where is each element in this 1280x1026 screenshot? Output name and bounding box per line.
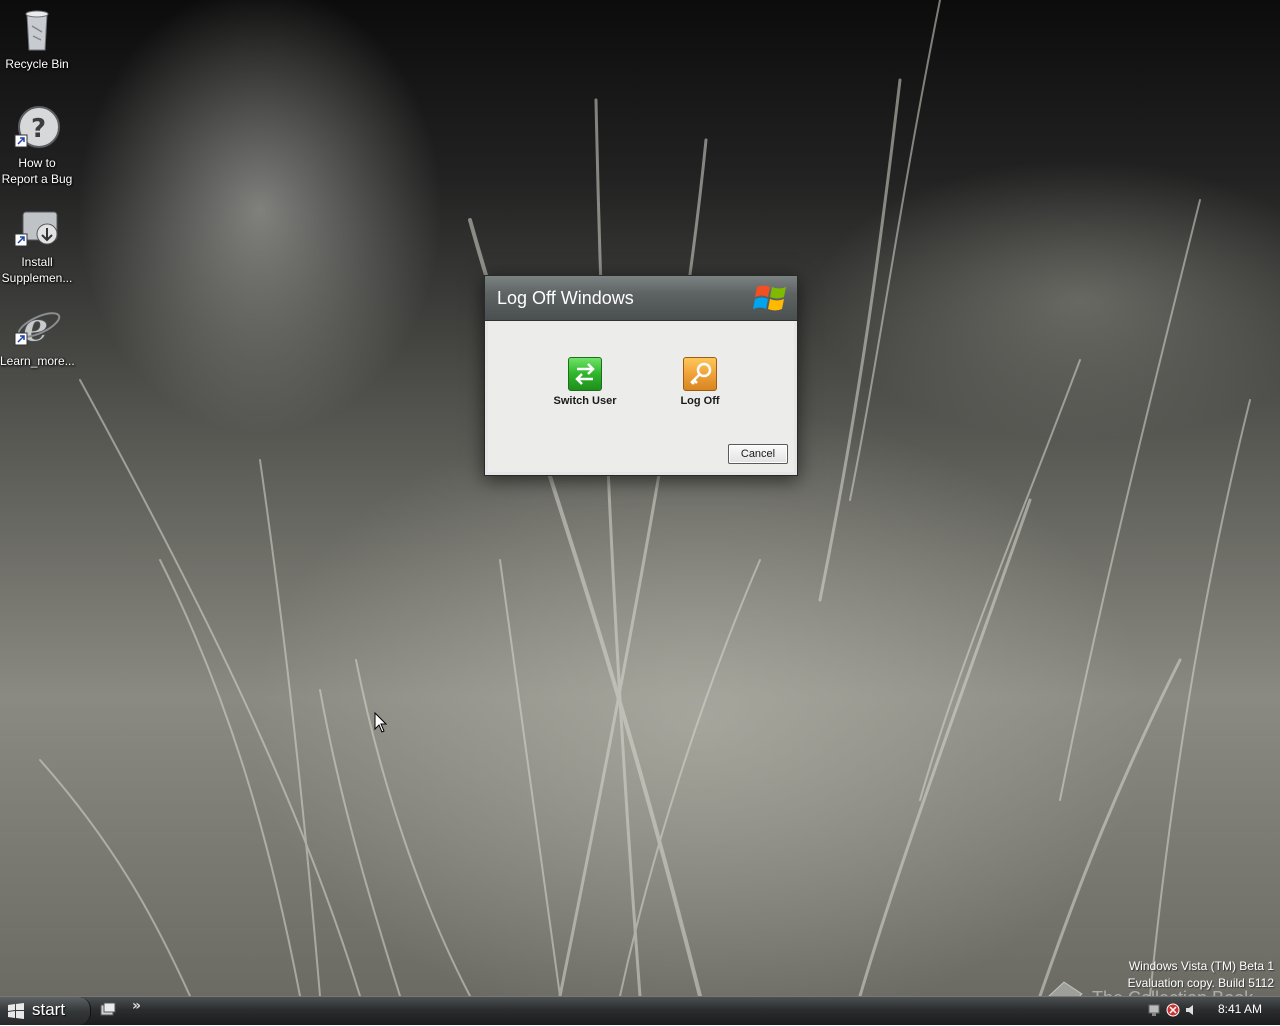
taskbar: start » 8:41 AM <box>0 996 1280 1025</box>
desktop-icon-label: Install Supplemen... <box>1 255 73 285</box>
system-tray: 8:41 AM <box>1148 997 1280 1025</box>
desktop-icon-label: How to Report a Bug <box>1 156 73 186</box>
clock[interactable]: 8:41 AM <box>1218 1002 1262 1016</box>
desktop-icon-report-bug[interactable]: ? How to Report a Bug <box>0 103 74 187</box>
switch-user-icon <box>568 357 602 391</box>
quicklaunch-chevron-icon[interactable]: » <box>132 998 141 1014</box>
windows-logo-icon <box>753 285 786 311</box>
install-icon <box>13 202 61 250</box>
volume-icon[interactable] <box>1184 1003 1198 1017</box>
switch-user-label: Switch User <box>553 395 617 407</box>
recycle-bin-icon <box>13 4 61 52</box>
svg-text:?: ? <box>31 114 46 144</box>
dialog-title: Log Off Windows <box>497 288 634 308</box>
network-icon[interactable] <box>1148 1003 1162 1017</box>
desktop-icon-label: Recycle Bin <box>5 57 69 71</box>
desktop-icon-install-supplemental[interactable]: Install Supplemen... <box>0 202 74 286</box>
wallpaper-grass <box>39 0 1251 996</box>
dialog-body: Switch User Log Off Cancel <box>488 321 794 472</box>
log-off-dialog: Log Off Windows Switch User Log Off Canc… <box>484 275 798 476</box>
start-button[interactable]: start <box>0 997 91 1025</box>
switch-user-button[interactable]: Switch User <box>540 357 630 407</box>
watermark-line-1: Windows Vista (TM) Beta 1 <box>1128 959 1274 973</box>
log-off-button[interactable]: Log Off <box>655 357 745 407</box>
show-desktop-icon[interactable] <box>100 1002 116 1018</box>
desktop-icon-label: Learn_more... <box>0 354 75 368</box>
desktop: Recycle Bin ? How to Report a Bug Instal… <box>0 0 1280 996</box>
watermark-line-2: Evaluation copy. Build 5112 <box>1127 976 1274 990</box>
help-icon: ? <box>13 103 61 151</box>
internet-explorer-icon: e <box>13 301 61 352</box>
cancel-button[interactable]: Cancel <box>728 444 788 464</box>
security-alert-icon[interactable] <box>1166 1003 1180 1017</box>
mouse-cursor-icon <box>374 712 388 733</box>
windows-flag-icon <box>8 1003 24 1019</box>
build-watermark: Windows Vista (TM) Beta 1 Evaluation cop… <box>1128 958 1274 992</box>
dialog-header: Log Off Windows <box>485 276 797 321</box>
desktop-icon-recycle-bin[interactable]: Recycle Bin <box>0 4 74 72</box>
log-off-label: Log Off <box>680 395 720 407</box>
start-label: start <box>32 1000 66 1019</box>
desktop-icon-learn-more[interactable]: e Learn_more... <box>0 301 75 369</box>
key-icon <box>683 357 717 391</box>
